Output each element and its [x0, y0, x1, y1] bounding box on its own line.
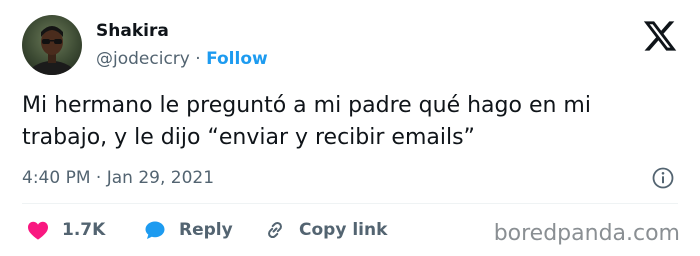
reply-bubble-icon [145, 221, 165, 239]
info-icon[interactable] [651, 166, 675, 190]
tweet-text: Mi hermano le preguntó a mi padre qué ha… [22, 93, 591, 150]
reply-label: Reply [179, 220, 233, 240]
avatar-image [28, 26, 76, 75]
author-name[interactable]: Shakira [96, 20, 169, 42]
author-handle[interactable]: @jodecicry [96, 49, 190, 69]
like-count: 1.7K [62, 220, 106, 240]
x-logo-icon[interactable] [642, 18, 678, 54]
watermark: boredpanda.com [493, 221, 680, 246]
copy-link-label: Copy link [299, 220, 388, 240]
tweet-timestamp[interactable]: 4:40 PM · Jan 29, 2021 [22, 167, 214, 189]
copy-link-button[interactable]: Copy link [263, 218, 387, 242]
avatar[interactable] [22, 15, 82, 75]
separator-dot: · [195, 49, 201, 69]
follow-button[interactable]: Follow [206, 49, 268, 69]
divider [22, 203, 678, 204]
heart-icon [28, 221, 48, 240]
link-icon [268, 221, 282, 239]
handle-row: @jodecicry · Follow [96, 48, 268, 70]
reply-button[interactable]: Reply [143, 218, 233, 242]
like-button[interactable]: 1.7K [26, 218, 105, 242]
